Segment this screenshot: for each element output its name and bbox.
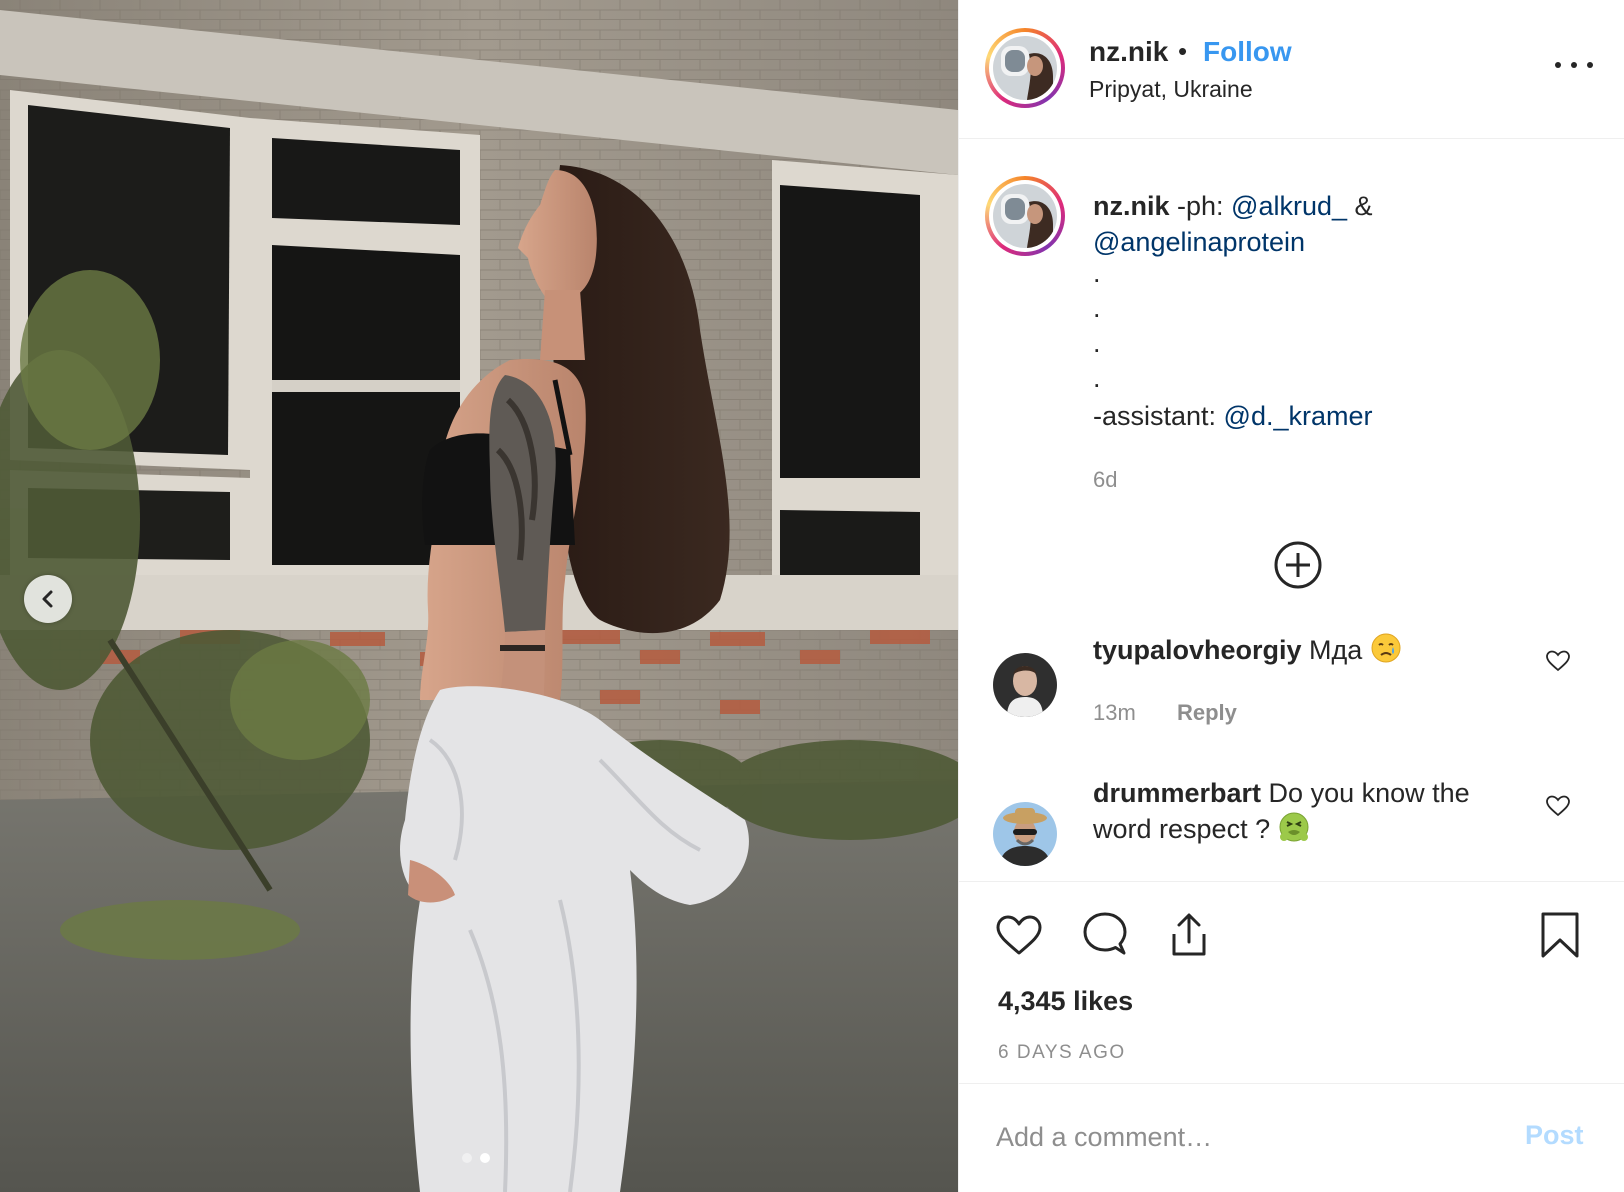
carousel-dot bbox=[462, 1153, 472, 1163]
follow-button[interactable]: Follow bbox=[1203, 36, 1292, 68]
post-sidebar: nz.nik • Follow Pripyat, Ukraine nz.nik … bbox=[958, 0, 1624, 1192]
separator-dot: • bbox=[1178, 36, 1188, 66]
comment-bubble-icon[interactable] bbox=[1080, 910, 1130, 960]
crying-face-icon bbox=[1371, 633, 1401, 663]
caption-text: -assistant: bbox=[1093, 401, 1224, 431]
commenter-avatar-image bbox=[993, 653, 1057, 717]
caption-username[interactable]: nz.nik bbox=[1093, 191, 1170, 221]
comment-username[interactable]: tyupalovheorgiy bbox=[1093, 635, 1302, 665]
nauseated-face-icon bbox=[1279, 812, 1309, 842]
chevron-left-icon bbox=[42, 590, 53, 608]
comment-like-heart-icon[interactable] bbox=[1545, 793, 1571, 819]
more-dot-icon bbox=[1571, 62, 1577, 68]
bookmark-icon[interactable] bbox=[1535, 910, 1585, 960]
mention-link[interactable]: @alkrud_ bbox=[1231, 191, 1347, 221]
caption-dot: . bbox=[1093, 293, 1101, 323]
comment-like-heart-icon[interactable] bbox=[1545, 648, 1571, 674]
add-comment-bar: Post bbox=[959, 1085, 1624, 1192]
author-avatar[interactable] bbox=[985, 28, 1065, 108]
post-photo[interactable] bbox=[0, 0, 958, 1192]
caption-avatar[interactable] bbox=[985, 176, 1065, 256]
caption-text: -ph: bbox=[1169, 191, 1232, 221]
comment-username[interactable]: drummerbart bbox=[1093, 778, 1261, 808]
comment-body: drummerbart Do you know the word respect… bbox=[1093, 775, 1513, 847]
post-header: nz.nik • Follow Pripyat, Ukraine bbox=[959, 0, 1624, 139]
caption-dot: . bbox=[1093, 258, 1101, 288]
author-username[interactable]: nz.nik bbox=[1089, 36, 1168, 68]
more-options-button[interactable] bbox=[1555, 50, 1593, 80]
previous-slide-button[interactable] bbox=[24, 575, 72, 623]
post-actions: 4,345 likes 6 DAYS AGO bbox=[959, 881, 1624, 1084]
caption-timestamp[interactable]: 6d bbox=[1093, 467, 1117, 493]
mention-link[interactable]: @d._kramer bbox=[1224, 401, 1373, 431]
like-heart-icon[interactable] bbox=[994, 910, 1044, 960]
caption: nz.nik -ph: @alkrud_ & @angelinaprotein bbox=[1093, 188, 1513, 260]
more-dot-icon bbox=[1587, 62, 1593, 68]
caption-dot: . bbox=[1093, 328, 1101, 358]
commenter-avatar[interactable] bbox=[993, 653, 1057, 717]
photo-image bbox=[0, 0, 958, 1192]
commenter-avatar[interactable] bbox=[993, 802, 1057, 866]
share-icon[interactable] bbox=[1164, 910, 1214, 960]
load-more-comments-icon[interactable] bbox=[1273, 540, 1323, 590]
caption-avatar-image bbox=[993, 184, 1057, 248]
post-comment-button[interactable]: Post bbox=[1525, 1120, 1584, 1151]
comment-timestamp[interactable]: 13m bbox=[1093, 700, 1136, 726]
comment-body: tyupalovheorgiy Мда bbox=[1093, 632, 1513, 668]
post-location[interactable]: Pripyat, Ukraine bbox=[1089, 76, 1253, 103]
reply-button[interactable]: Reply bbox=[1177, 700, 1237, 726]
comment-input[interactable] bbox=[996, 1117, 1496, 1157]
carousel-dot-active bbox=[480, 1153, 490, 1163]
carousel-indicator bbox=[462, 1153, 490, 1163]
mention-link[interactable]: @angelinaprotein bbox=[1093, 227, 1305, 257]
likes-count[interactable]: 4,345 likes bbox=[998, 986, 1133, 1017]
author-avatar-image bbox=[993, 36, 1057, 100]
commenter-avatar-image bbox=[993, 802, 1057, 866]
caption-text: & bbox=[1347, 191, 1373, 221]
post-date[interactable]: 6 DAYS AGO bbox=[998, 1042, 1126, 1064]
caption-assistant-line: -assistant: @d._kramer bbox=[1093, 398, 1513, 434]
comment-text: Мда bbox=[1301, 635, 1370, 665]
caption-dot: . bbox=[1093, 363, 1101, 393]
comments-section: nz.nik -ph: @alkrud_ & @angelinaprotein … bbox=[959, 140, 1624, 880]
more-dot-icon bbox=[1555, 62, 1561, 68]
